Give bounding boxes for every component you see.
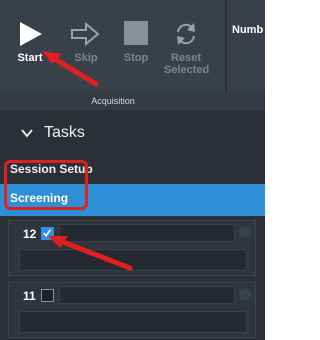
start-button[interactable]: Start: [8, 0, 52, 80]
toolbar-divider: [225, 0, 227, 94]
reset-label-line1: Reset: [171, 52, 201, 64]
task-description-field[interactable]: [19, 249, 247, 271]
start-label: Start: [17, 52, 43, 64]
task-checkbox-checked[interactable]: [41, 227, 54, 240]
acquisition-group-label: Acquisition: [91, 96, 135, 106]
screening-item[interactable]: Screening: [0, 184, 265, 216]
chevron-down-icon: [21, 129, 33, 138]
session-setup-item[interactable]: Session Setup: [0, 158, 265, 180]
task-description-field[interactable]: [19, 311, 247, 333]
reset-selected-button[interactable]: Reset Selected: [164, 0, 210, 80]
tasks-title: Tasks: [44, 124, 85, 141]
skip-label: Skip: [74, 52, 98, 64]
task-card-12[interactable]: 12: [8, 220, 256, 276]
task-name-field[interactable]: [59, 224, 235, 242]
stop-icon: [124, 21, 148, 45]
task-checkbox-unchecked[interactable]: [41, 289, 54, 302]
status-indicator-icon: [239, 288, 251, 300]
stop-label: Stop: [123, 52, 149, 64]
toolbar: Start Skip Stop Reset Selected Numb: [0, 0, 265, 94]
toolbar-right-label: Numb: [232, 24, 264, 36]
stop-button[interactable]: Stop: [114, 0, 158, 80]
refresh-icon: [177, 23, 195, 45]
checkmark-icon: [43, 229, 52, 237]
play-icon: [20, 22, 42, 46]
task-number: 12: [23, 227, 37, 241]
reset-label-line2: Selected: [164, 64, 210, 76]
tasks-header[interactable]: Tasks: [0, 116, 265, 152]
task-card-11[interactable]: 11: [8, 282, 256, 338]
reset-label: Reset Selected: [164, 52, 210, 76]
task-name-field[interactable]: [59, 286, 235, 304]
skip-button[interactable]: Skip: [64, 0, 108, 80]
status-indicator-icon: [239, 226, 251, 238]
skip-arrow-icon: [71, 21, 100, 47]
app-window: Start Skip Stop Reset Selected Numb Acqu…: [0, 0, 265, 340]
task-number: 11: [23, 289, 36, 303]
screening-label: Screening: [10, 191, 69, 205]
